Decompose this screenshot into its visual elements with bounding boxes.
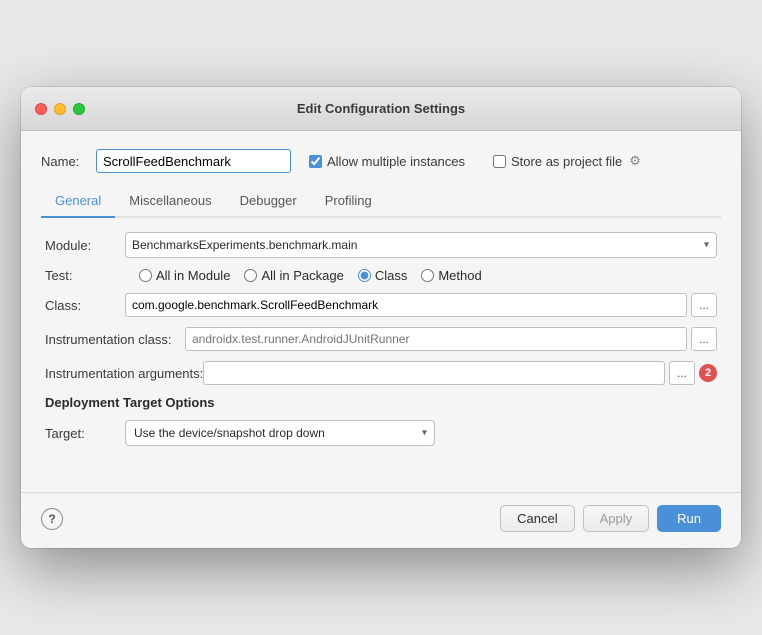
target-row: Target: Use the device/snapshot drop dow… [45, 420, 717, 446]
instrumentation-args-browse-button[interactable]: ... [669, 361, 695, 385]
cancel-button[interactable]: Cancel [500, 505, 574, 532]
radio-all-module-label: All in Module [156, 268, 230, 283]
class-row: Class: ... [45, 293, 717, 317]
main-window: Edit Configuration Settings Name: Allow … [21, 87, 741, 548]
module-label: Module: [45, 238, 125, 253]
instrumentation-args-badge: 2 [699, 364, 717, 382]
instrumentation-args-label: Instrumentation arguments: [45, 366, 203, 381]
allow-multiple-label: Allow multiple instances [327, 154, 465, 169]
test-row: Test: All in Module All in Package Class… [45, 268, 717, 283]
test-label: Test: [45, 268, 125, 283]
instrumentation-class-input[interactable] [185, 327, 687, 351]
radio-all-package-input[interactable] [244, 269, 257, 282]
instrumentation-args-input[interactable] [203, 361, 665, 385]
radio-class[interactable]: Class [358, 268, 408, 283]
minimize-button[interactable] [54, 103, 66, 115]
radio-class-input[interactable] [358, 269, 371, 282]
footer-buttons: Cancel Apply Run [500, 505, 721, 532]
allow-multiple-checkbox[interactable] [309, 155, 322, 168]
store-project-checkbox[interactable] [493, 155, 506, 168]
radio-method[interactable]: Method [421, 268, 481, 283]
instrumentation-class-label: Instrumentation class: [45, 332, 185, 347]
apply-button[interactable]: Apply [583, 505, 650, 532]
module-select[interactable]: BenchmarksExperiments.benchmark.main [125, 232, 717, 258]
instrumentation-class-row: Instrumentation class: ... [45, 327, 717, 351]
target-select[interactable]: Use the device/snapshot drop down [125, 420, 435, 446]
target-select-wrapper: Use the device/snapshot drop down ▾ [125, 420, 435, 446]
tab-miscellaneous[interactable]: Miscellaneous [115, 187, 225, 216]
class-browse-button[interactable]: ... [691, 293, 717, 317]
store-project-group: Store as project file ⚙ [493, 153, 641, 169]
close-button[interactable] [35, 103, 47, 115]
radio-all-package[interactable]: All in Package [244, 268, 343, 283]
help-button[interactable]: ? [41, 508, 63, 530]
gear-icon: ⚙ [629, 153, 641, 169]
name-row: Name: Allow multiple instances Store as … [41, 149, 721, 173]
deployment-title: Deployment Target Options [45, 395, 717, 410]
footer: ? Cancel Apply Run [21, 492, 741, 548]
tab-debugger[interactable]: Debugger [226, 187, 311, 216]
radio-class-label: Class [375, 268, 408, 283]
radio-all-package-label: All in Package [261, 268, 343, 283]
radio-all-module[interactable]: All in Module [139, 268, 230, 283]
form-section: Module: BenchmarksExperiments.benchmark.… [41, 232, 721, 446]
allow-multiple-group: Allow multiple instances [309, 154, 465, 169]
instrumentation-args-row: Instrumentation arguments: ... 2 [45, 361, 717, 385]
instrumentation-class-browse-button[interactable]: ... [691, 327, 717, 351]
radio-method-label: Method [438, 268, 481, 283]
tab-profiling[interactable]: Profiling [311, 187, 386, 216]
module-select-wrapper: BenchmarksExperiments.benchmark.main ▾ [125, 232, 717, 258]
content-area: Name: Allow multiple instances Store as … [21, 131, 741, 462]
tab-general[interactable]: General [41, 187, 115, 216]
titlebar: Edit Configuration Settings [21, 87, 741, 131]
name-input[interactable] [96, 149, 291, 173]
maximize-button[interactable] [73, 103, 85, 115]
deployment-section: Deployment Target Options Target: Use th… [45, 395, 717, 446]
target-label: Target: [45, 426, 125, 441]
window-title: Edit Configuration Settings [297, 101, 465, 116]
class-input[interactable] [125, 293, 687, 317]
traffic-lights [35, 103, 85, 115]
tabs-container: General Miscellaneous Debugger Profiling [41, 187, 721, 218]
radio-method-input[interactable] [421, 269, 434, 282]
run-button[interactable]: Run [657, 505, 721, 532]
name-label: Name: [41, 154, 86, 169]
class-label: Class: [45, 298, 125, 313]
module-row: Module: BenchmarksExperiments.benchmark.… [45, 232, 717, 258]
radio-all-module-input[interactable] [139, 269, 152, 282]
store-project-label: Store as project file [511, 154, 622, 169]
